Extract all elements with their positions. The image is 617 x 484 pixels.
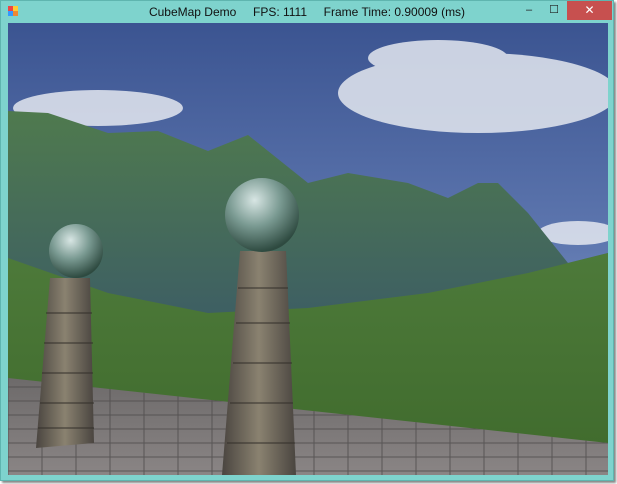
- maximize-button[interactable]: ☐: [541, 1, 567, 20]
- scene: [8, 23, 608, 475]
- title-bar[interactable]: CubeMap Demo FPS: 1111 Frame Time: 0.900…: [1, 1, 613, 23]
- close-button[interactable]: ✕: [567, 1, 612, 20]
- app-window: CubeMap Demo FPS: 1111 Frame Time: 0.900…: [0, 0, 614, 481]
- minimize-button[interactable]: –: [516, 1, 542, 20]
- reflective-sphere-left: [49, 224, 103, 278]
- render-viewport[interactable]: [8, 23, 608, 475]
- reflective-sphere-right: [225, 178, 299, 252]
